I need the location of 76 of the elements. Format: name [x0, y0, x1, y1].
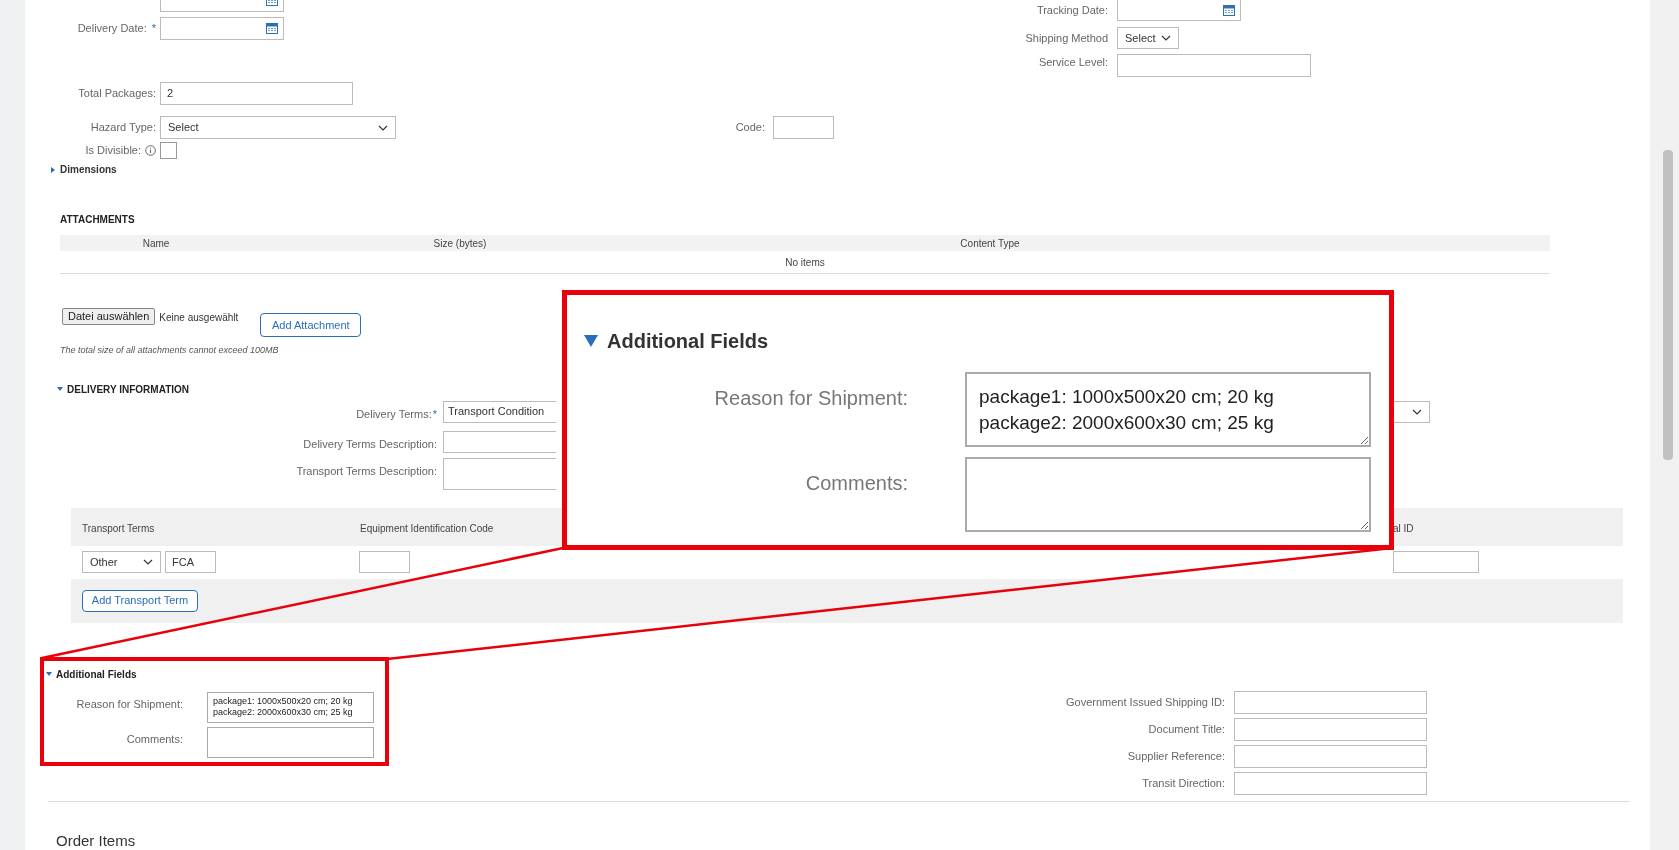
field-label: Reason for Shipment:: [76, 696, 183, 712]
text-field[interactable]: [1234, 771, 1427, 795]
text-field[interactable]: [1393, 551, 1479, 573]
column-header: Content Type: [960, 236, 1020, 251]
calendar-icon[interactable]: [266, 23, 278, 34]
collapsed-triangle-icon[interactable]: [50, 166, 56, 173]
section-toggle[interactable]: DELIVERY INFORMATION: [67, 381, 190, 397]
file-status: Keine ausgewählt: [159, 311, 239, 325]
text-area[interactable]: [207, 726, 374, 758]
text-field[interactable]: FCA: [165, 551, 216, 573]
empty-message: No items: [785, 255, 825, 270]
text-field[interactable]: [773, 116, 834, 139]
field-label: Is Divisible:: [85, 143, 141, 159]
info-icon[interactable]: [145, 145, 156, 156]
text-area[interactable]: package1: 1000x500x20 cm; 20 kg package2: 2000x600x30 cm; 25 kg: [207, 691, 374, 723]
field-label: Comments:: [126, 731, 183, 747]
select-field[interactable]: Other: [82, 551, 161, 573]
field-label: Document Title:: [1148, 721, 1225, 737]
field-label: Reason for Shipment:: [714, 386, 908, 411]
date-field[interactable]: [160, 17, 284, 40]
field-label: Delivery Terms Description:: [303, 436, 437, 452]
field-label: Shipping Method: [1025, 30, 1108, 46]
text-area[interactable]: [965, 457, 1371, 532]
field-label: Tracking Date:: [1036, 2, 1108, 18]
text-area[interactable]: [443, 457, 556, 490]
field-label: Delivery Terms:: [356, 406, 432, 422]
field-label: Code:: [735, 120, 765, 136]
field-label: Government Issued Shipping ID:: [1066, 694, 1225, 710]
text-field[interactable]: 2: [160, 82, 353, 105]
text-field[interactable]: [1234, 717, 1427, 741]
section-title: Additional Fields: [607, 329, 769, 354]
scrollbar[interactable]: [1650, 0, 1679, 850]
scrollbar-thumb[interactable]: [1663, 150, 1673, 460]
expanded-triangle-icon[interactable]: [46, 671, 52, 677]
chevron-down-icon: [143, 559, 153, 565]
section-title: ATTACHMENTS: [60, 213, 136, 227]
required-marker: *: [432, 406, 437, 422]
field-label: Transport Terms Description:: [296, 463, 437, 479]
select-field[interactable]: Transport Condition: [443, 400, 556, 423]
expanded-triangle-icon[interactable]: [584, 334, 598, 348]
field-label: Total Packages:: [78, 86, 156, 102]
expanded-triangle-icon[interactable]: [57, 386, 63, 392]
text-field[interactable]: [1234, 690, 1427, 714]
section-toggle[interactable]: Dimensions: [60, 162, 117, 177]
file-choose-button[interactable]: Datei auswählen: [62, 308, 156, 325]
add-attachment-button[interactable]: Add Attachment: [260, 313, 362, 337]
field-label: Service Level:: [1038, 55, 1108, 70]
column-header: al ID: [1393, 521, 1414, 536]
section-title: Order Items: [56, 830, 137, 850]
text-field[interactable]: [443, 430, 556, 453]
select-field[interactable]: Select: [160, 116, 396, 139]
section-toggle[interactable]: Additional Fields: [56, 666, 137, 682]
text-field[interactable]: [359, 551, 410, 573]
text-field[interactable]: [1117, 54, 1311, 77]
field-label: Supplier Reference:: [1127, 748, 1225, 764]
text-field[interactable]: [1234, 744, 1427, 768]
field-label: Hazard Type:: [90, 120, 156, 136]
column-header: Equipment Identification Code: [360, 521, 494, 536]
field-label: Transit Direction:: [1142, 775, 1225, 791]
required-marker: *: [151, 21, 156, 37]
select-field[interactable]: Select: [1117, 27, 1179, 49]
chevron-down-icon: [1161, 35, 1171, 41]
chevron-down-icon: [1412, 408, 1422, 415]
date-field[interactable]: [1117, 0, 1241, 21]
column-header: Name: [142, 236, 170, 251]
size-note: The total size of all attachments cannot exceed 100MB: [60, 344, 280, 357]
checkbox[interactable]: [160, 142, 177, 159]
field-label: Comments:: [805, 471, 908, 496]
column-header: Transport Terms: [82, 521, 155, 536]
add-transport-term-button[interactable]: Add Transport Term: [82, 589, 198, 612]
column-header: Size (bytes): [433, 236, 487, 251]
calendar-icon[interactable]: [1223, 4, 1235, 16]
chevron-down-icon: [378, 124, 388, 131]
text-area[interactable]: package1: 1000x500x20 cm; 20 kg package2: 2000x600x30 cm; 25 kg: [965, 372, 1371, 447]
field-label: Delivery Date:: [77, 21, 147, 37]
dropdown-button[interactable]: [1393, 400, 1430, 423]
